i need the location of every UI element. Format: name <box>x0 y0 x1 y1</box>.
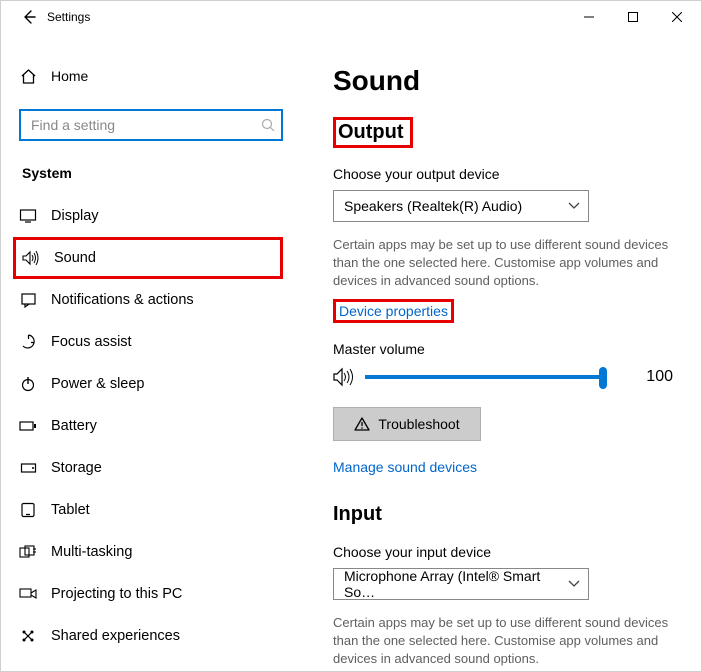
troubleshoot-label: Troubleshoot <box>378 416 459 432</box>
sidebar-item-power-sleep[interactable]: Power & sleep <box>13 363 283 405</box>
notifications-icon <box>19 292 37 308</box>
storage-icon <box>19 461 37 475</box>
sidebar-item-label: Tablet <box>51 502 90 518</box>
arrow-left-icon <box>21 9 37 25</box>
sidebar-item-label: Projecting to this PC <box>51 586 182 602</box>
output-choose-label: Choose your output device <box>333 166 677 182</box>
input-heading: Input <box>333 503 382 526</box>
back-button[interactable] <box>21 9 37 25</box>
minimize-icon <box>584 12 594 22</box>
display-icon <box>19 208 37 224</box>
speaker-icon[interactable] <box>333 367 355 387</box>
sidebar-home-label: Home <box>51 68 88 84</box>
window-title: Settings <box>47 10 90 24</box>
focus-assist-icon <box>19 334 37 351</box>
output-device-value: Speakers (Realtek(R) Audio) <box>344 198 522 214</box>
maximize-button[interactable] <box>611 2 655 32</box>
multitasking-icon <box>19 545 37 559</box>
sidebar-item-tablet[interactable]: Tablet <box>13 489 283 531</box>
sound-icon <box>22 250 40 266</box>
input-desc: Certain apps may be set up to use differ… <box>333 614 677 669</box>
sidebar-item-multitasking[interactable]: Multi-tasking <box>13 531 283 573</box>
output-heading: Output <box>333 117 413 148</box>
sidebar-item-projecting[interactable]: Projecting to this PC <box>13 573 283 615</box>
search-box[interactable] <box>19 109 283 141</box>
sidebar-item-label: Battery <box>51 418 97 434</box>
power-icon <box>19 376 37 392</box>
projecting-icon <box>19 586 37 602</box>
sidebar-item-label: Shared experiences <box>51 628 180 644</box>
troubleshoot-button[interactable]: Troubleshoot <box>333 407 481 441</box>
input-choose-label: Choose your input device <box>333 544 677 560</box>
search-input[interactable] <box>29 116 261 134</box>
close-button[interactable] <box>655 2 699 32</box>
battery-icon <box>19 419 37 433</box>
sidebar-item-label: Focus assist <box>51 334 132 350</box>
sidebar-item-display[interactable]: Display <box>13 195 283 237</box>
output-desc: Certain apps may be set up to use differ… <box>333 236 677 291</box>
minimize-button[interactable] <box>567 2 611 32</box>
tablet-icon <box>19 502 37 518</box>
master-volume-label: Master volume <box>333 341 677 357</box>
sidebar-item-battery[interactable]: Battery <box>13 405 283 447</box>
sidebar-home[interactable]: Home <box>19 55 283 97</box>
sidebar-item-label: Display <box>51 208 99 224</box>
page-title: Sound <box>333 65 677 97</box>
sidebar-item-label: Notifications & actions <box>51 292 194 308</box>
chevron-down-icon <box>568 202 580 210</box>
sidebar-item-label: Multi-tasking <box>51 544 132 560</box>
chevron-down-icon <box>568 580 580 588</box>
output-device-properties-link[interactable]: Device properties <box>333 299 454 323</box>
input-device-dropdown[interactable]: Microphone Array (Intel® Smart So… <box>333 568 589 600</box>
manage-sound-devices-link[interactable]: Manage sound devices <box>333 459 477 475</box>
master-volume-value: 100 <box>646 368 677 386</box>
sidebar-item-label: Sound <box>54 250 96 266</box>
sidebar-item-sound[interactable]: Sound <box>13 237 283 279</box>
sidebar-item-focus-assist[interactable]: Focus assist <box>13 321 283 363</box>
close-icon <box>672 12 682 22</box>
sidebar-item-notifications[interactable]: Notifications & actions <box>13 279 283 321</box>
sidebar-item-label: Storage <box>51 460 102 476</box>
warning-icon <box>354 417 370 431</box>
sidebar-item-label: Power & sleep <box>51 376 145 392</box>
sidebar-item-storage[interactable]: Storage <box>13 447 283 489</box>
search-icon <box>261 118 275 132</box>
sidebar-section-label: System <box>22 165 280 181</box>
input-device-value: Microphone Array (Intel® Smart So… <box>344 568 568 600</box>
output-device-dropdown[interactable]: Speakers (Realtek(R) Audio) <box>333 190 589 222</box>
shared-experiences-icon <box>19 628 37 644</box>
slider-thumb[interactable] <box>599 367 607 389</box>
sidebar-item-shared-experiences[interactable]: Shared experiences <box>13 615 283 657</box>
home-icon <box>19 68 37 85</box>
master-volume-slider[interactable] <box>365 375 603 379</box>
maximize-icon <box>628 12 638 22</box>
